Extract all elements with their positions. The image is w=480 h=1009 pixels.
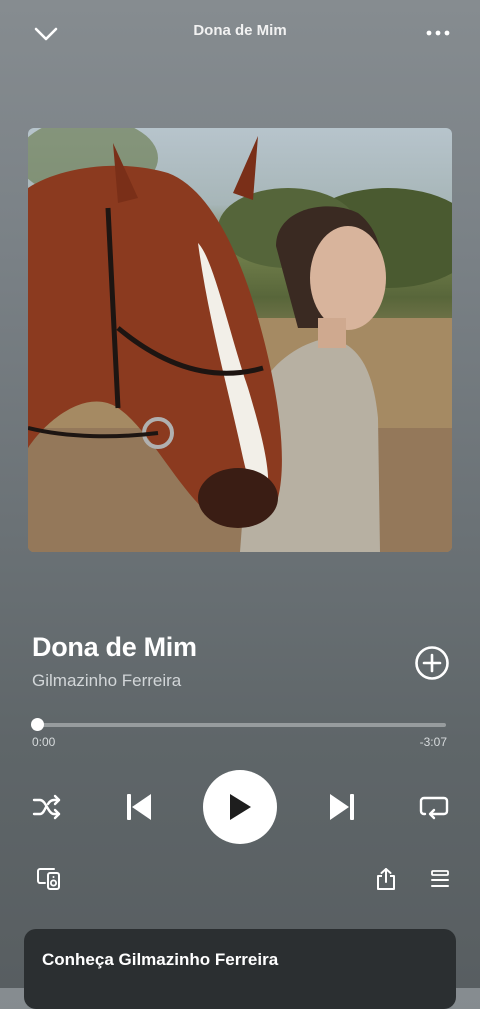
repeat-button[interactable] [414, 790, 454, 826]
song-title: Dona de Mim [32, 632, 197, 662]
previous-button[interactable] [119, 788, 159, 826]
queue-button[interactable] [424, 864, 456, 894]
shuffle-button[interactable] [28, 790, 66, 824]
connect-device-button[interactable] [32, 864, 66, 894]
add-circle-icon [415, 646, 449, 680]
shuffle-icon [32, 794, 61, 820]
repeat-icon [419, 796, 449, 820]
share-button[interactable] [370, 864, 402, 894]
now-playing-title: Dona de Mim [193, 22, 287, 39]
elapsed-time: 0:00 [32, 735, 56, 749]
progress-track[interactable] [37, 723, 446, 727]
share-icon [377, 868, 395, 890]
more-horizontal-icon [426, 30, 450, 36]
progress-knob[interactable] [31, 718, 44, 731]
remaining-time: -3:07 [419, 735, 447, 749]
connect-device-icon [37, 868, 60, 890]
play-icon [230, 794, 251, 820]
artist-name[interactable]: Gilmazinho Ferreira [32, 671, 181, 691]
next-button[interactable] [322, 788, 362, 826]
play-button[interactable] [203, 770, 277, 844]
more-options-button[interactable] [418, 18, 458, 48]
artist-card-title: Conheça Gilmazinho Ferreira [42, 950, 279, 969]
album-artwork [28, 128, 452, 552]
skip-previous-icon [127, 794, 151, 820]
add-to-library-button[interactable] [412, 643, 452, 683]
skip-next-icon [330, 794, 354, 820]
queue-icon [431, 870, 449, 887]
